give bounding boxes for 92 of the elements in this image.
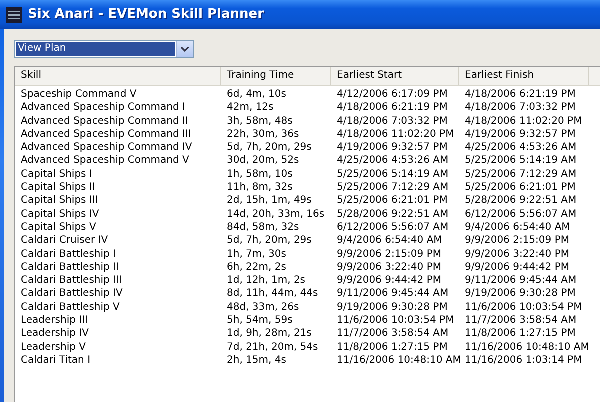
table-cell-text: Capital Ships III [20, 194, 100, 208]
table-cell-text: 9/11/2006 9:45:44 AM [336, 287, 450, 301]
table-cell-text: 8d, 11h, 44m, 44s [226, 287, 320, 301]
table-cell-text: 9/4/2006 6:54:40 AM [336, 234, 444, 248]
table-cell-text: Advanced Spaceship Command V [20, 154, 190, 168]
table-cell-text: 4/18/2006 7:03:32 PM [464, 101, 577, 115]
table-cell-text: 48d, 33m, 26s [226, 300, 300, 314]
table-cell-text: 84d, 58m, 32s [226, 220, 300, 234]
table-cell-text: 1d, 12h, 1m, 2s [226, 274, 307, 288]
table-cell-text: Leadership III [20, 314, 89, 328]
table-cell-text: 2d, 15h, 1m, 49s [226, 194, 313, 208]
table-cell-text: Caldari Cruiser IV [20, 234, 110, 248]
table-cell-text: 9/9/2006 2:15:09 PM [336, 248, 442, 261]
table-cell-text: 6h, 22m, 2s [226, 260, 288, 274]
window-title: Six Anari - EVEMon Skill Planner [28, 7, 264, 22]
table-cell-text: 11/7/2006 3:58:54 AM [464, 314, 578, 328]
table-cell-text: 11/16/2006 1:03:14 PM [464, 354, 584, 368]
table-cell-text: 11/6/2006 10:03:54 PM [336, 314, 456, 328]
table-cell-text: Caldari Battleship IV [20, 287, 124, 301]
table-cell-text: Advanced Spaceship Command I [20, 101, 186, 115]
table-cell-text: 5/28/2006 9:22:51 AM [336, 208, 450, 221]
table-cell-text: 4/25/2006 4:53:26 AM [336, 154, 450, 168]
table-cell-text: 5d, 7h, 20m, 29s [226, 234, 313, 248]
table-cell-text: 9/9/2006 9:44:42 PM [336, 274, 442, 288]
table-cell-text: 9/19/2006 9:30:28 PM [336, 300, 449, 314]
table-cell-text: 42m, 12s [226, 101, 275, 115]
table-cell-text: 6/12/2006 5:56:07 AM [464, 208, 578, 221]
table-cell-text: 6/12/2006 5:56:07 AM [336, 220, 450, 234]
table-cell-text: Advanced Spaceship Command III [20, 128, 192, 142]
table-cell-text: Caldari Titan I [20, 354, 92, 368]
table-cell-text: 5/25/2006 6:21:01 PM [336, 194, 449, 208]
table-cell-text: 9/9/2006 9:44:42 PM [464, 260, 570, 274]
table-cell-text: Leadership IV [20, 327, 90, 341]
table-cell-text: 4/19/2006 9:32:57 PM [336, 141, 449, 154]
table-cell-text: 4/12/2006 6:17:09 PM [336, 88, 449, 102]
table-cell-text: 7d, 21h, 20m, 54s [226, 340, 320, 354]
table-cell-text: Capital Ships II [20, 181, 96, 194]
table-cell-text: 30d, 20m, 52s [226, 154, 300, 168]
table-cell-text: 14d, 20h, 33m, 16s [226, 208, 326, 221]
table-cell-text: 9/11/2006 9:45:44 AM [464, 274, 578, 288]
column-header[interactable]: Earliest Finish [459, 67, 589, 85]
table-cell-text: 1h, 7m, 30s [226, 248, 288, 261]
table-cell-text: Capital Ships I [20, 168, 94, 182]
table-cell-text: 4/18/2006 7:03:32 PM [336, 114, 449, 128]
view-dropdown[interactable]: View Plan [14, 40, 194, 58]
column-header[interactable]: Earliest Start [331, 67, 459, 85]
table-cell-text: 5/25/2006 5:14:19 AM [464, 154, 578, 168]
table-cell-text: 5/25/2006 6:21:01 PM [464, 181, 577, 194]
table-cell-text: 1d, 9h, 28m, 21s [226, 327, 313, 341]
table-cell-text: 5/28/2006 9:22:51 AM [464, 194, 578, 208]
table-cell-text: 5/25/2006 5:14:19 AM [336, 168, 450, 182]
table-cell-text: 4/25/2006 4:53:26 AM [464, 141, 578, 154]
table-cell-text: Advanced Spaceship Command II [20, 114, 190, 128]
table-cell-text: 11/7/2006 3:58:54 AM [336, 327, 450, 341]
table-cell-text: 11/8/2006 1:27:15 PM [336, 340, 449, 354]
table-cell-text: Leadership V [20, 340, 87, 354]
table-cell-text: Caldari Battleship III [20, 274, 123, 288]
table-cell-text: 2h, 15m, 4s [226, 354, 288, 368]
skill-list[interactable] [14, 66, 600, 402]
table-cell-text: 9/9/2006 2:15:09 PM [464, 234, 570, 248]
table-cell-text: 4/18/2006 11:02:20 PM [464, 114, 584, 128]
column-header[interactable]: Training Time [221, 67, 331, 85]
table-cell-text: 5d, 7h, 20m, 29s [226, 141, 313, 154]
table-cell-text: 11/16/2006 10:48:10 AM [464, 340, 589, 354]
table-cell-text: 5h, 54m, 59s [226, 314, 294, 328]
column-header[interactable]: Skill [15, 67, 221, 85]
table-cell-text: 11/8/2006 1:27:15 PM [464, 327, 577, 341]
table-cell-text: 11h, 8m, 32s [226, 181, 294, 194]
table-cell-text: Advanced Spaceship Command IV [20, 141, 194, 154]
table-cell-text: Caldari Battleship V [20, 300, 121, 314]
table-cell-text: Spaceship Command V [20, 88, 138, 102]
table-cell-text: 9/19/2006 9:30:28 PM [464, 287, 577, 301]
table-cell-text: 6d, 4m, 10s [226, 88, 288, 102]
table-cell-text: 11/6/2006 10:03:54 PM [464, 300, 584, 314]
table-cell-text: 5/25/2006 7:12:29 AM [464, 168, 578, 182]
table-cell-text: Capital Ships IV [20, 208, 100, 221]
dropdown-value: View Plan [16, 42, 175, 56]
table-cell-text: Caldari Battleship II [20, 260, 120, 274]
table-cell-text: 4/18/2006 11:02:20 PM [336, 128, 456, 142]
table-cell-text: 9/4/2006 6:54:40 AM [464, 220, 572, 234]
table-cell-text: 4/19/2006 9:32:57 PM [464, 128, 577, 142]
table-cell-text: 4/18/2006 6:21:19 PM [336, 101, 449, 115]
table-cell-text: 9/9/2006 3:22:40 PM [336, 260, 442, 274]
table-cell-text: 9/9/2006 3:22:40 PM [464, 248, 570, 261]
table-cell-text: 1h, 58m, 10s [226, 168, 294, 182]
table-cell-text: 5/25/2006 7:12:29 AM [336, 181, 450, 194]
table-cell-text: 22h, 30m, 36s [226, 128, 300, 142]
table-cell-text: Caldari Battleship I [20, 248, 117, 261]
table-cell-text: 11/16/2006 10:48:10 AM [336, 354, 459, 368]
table-cell-text: 3h, 58m, 48s [226, 114, 294, 128]
table-cell-text: Capital Ships V [20, 220, 98, 234]
table-cell-text: 4/18/2006 6:21:19 PM [464, 88, 577, 102]
